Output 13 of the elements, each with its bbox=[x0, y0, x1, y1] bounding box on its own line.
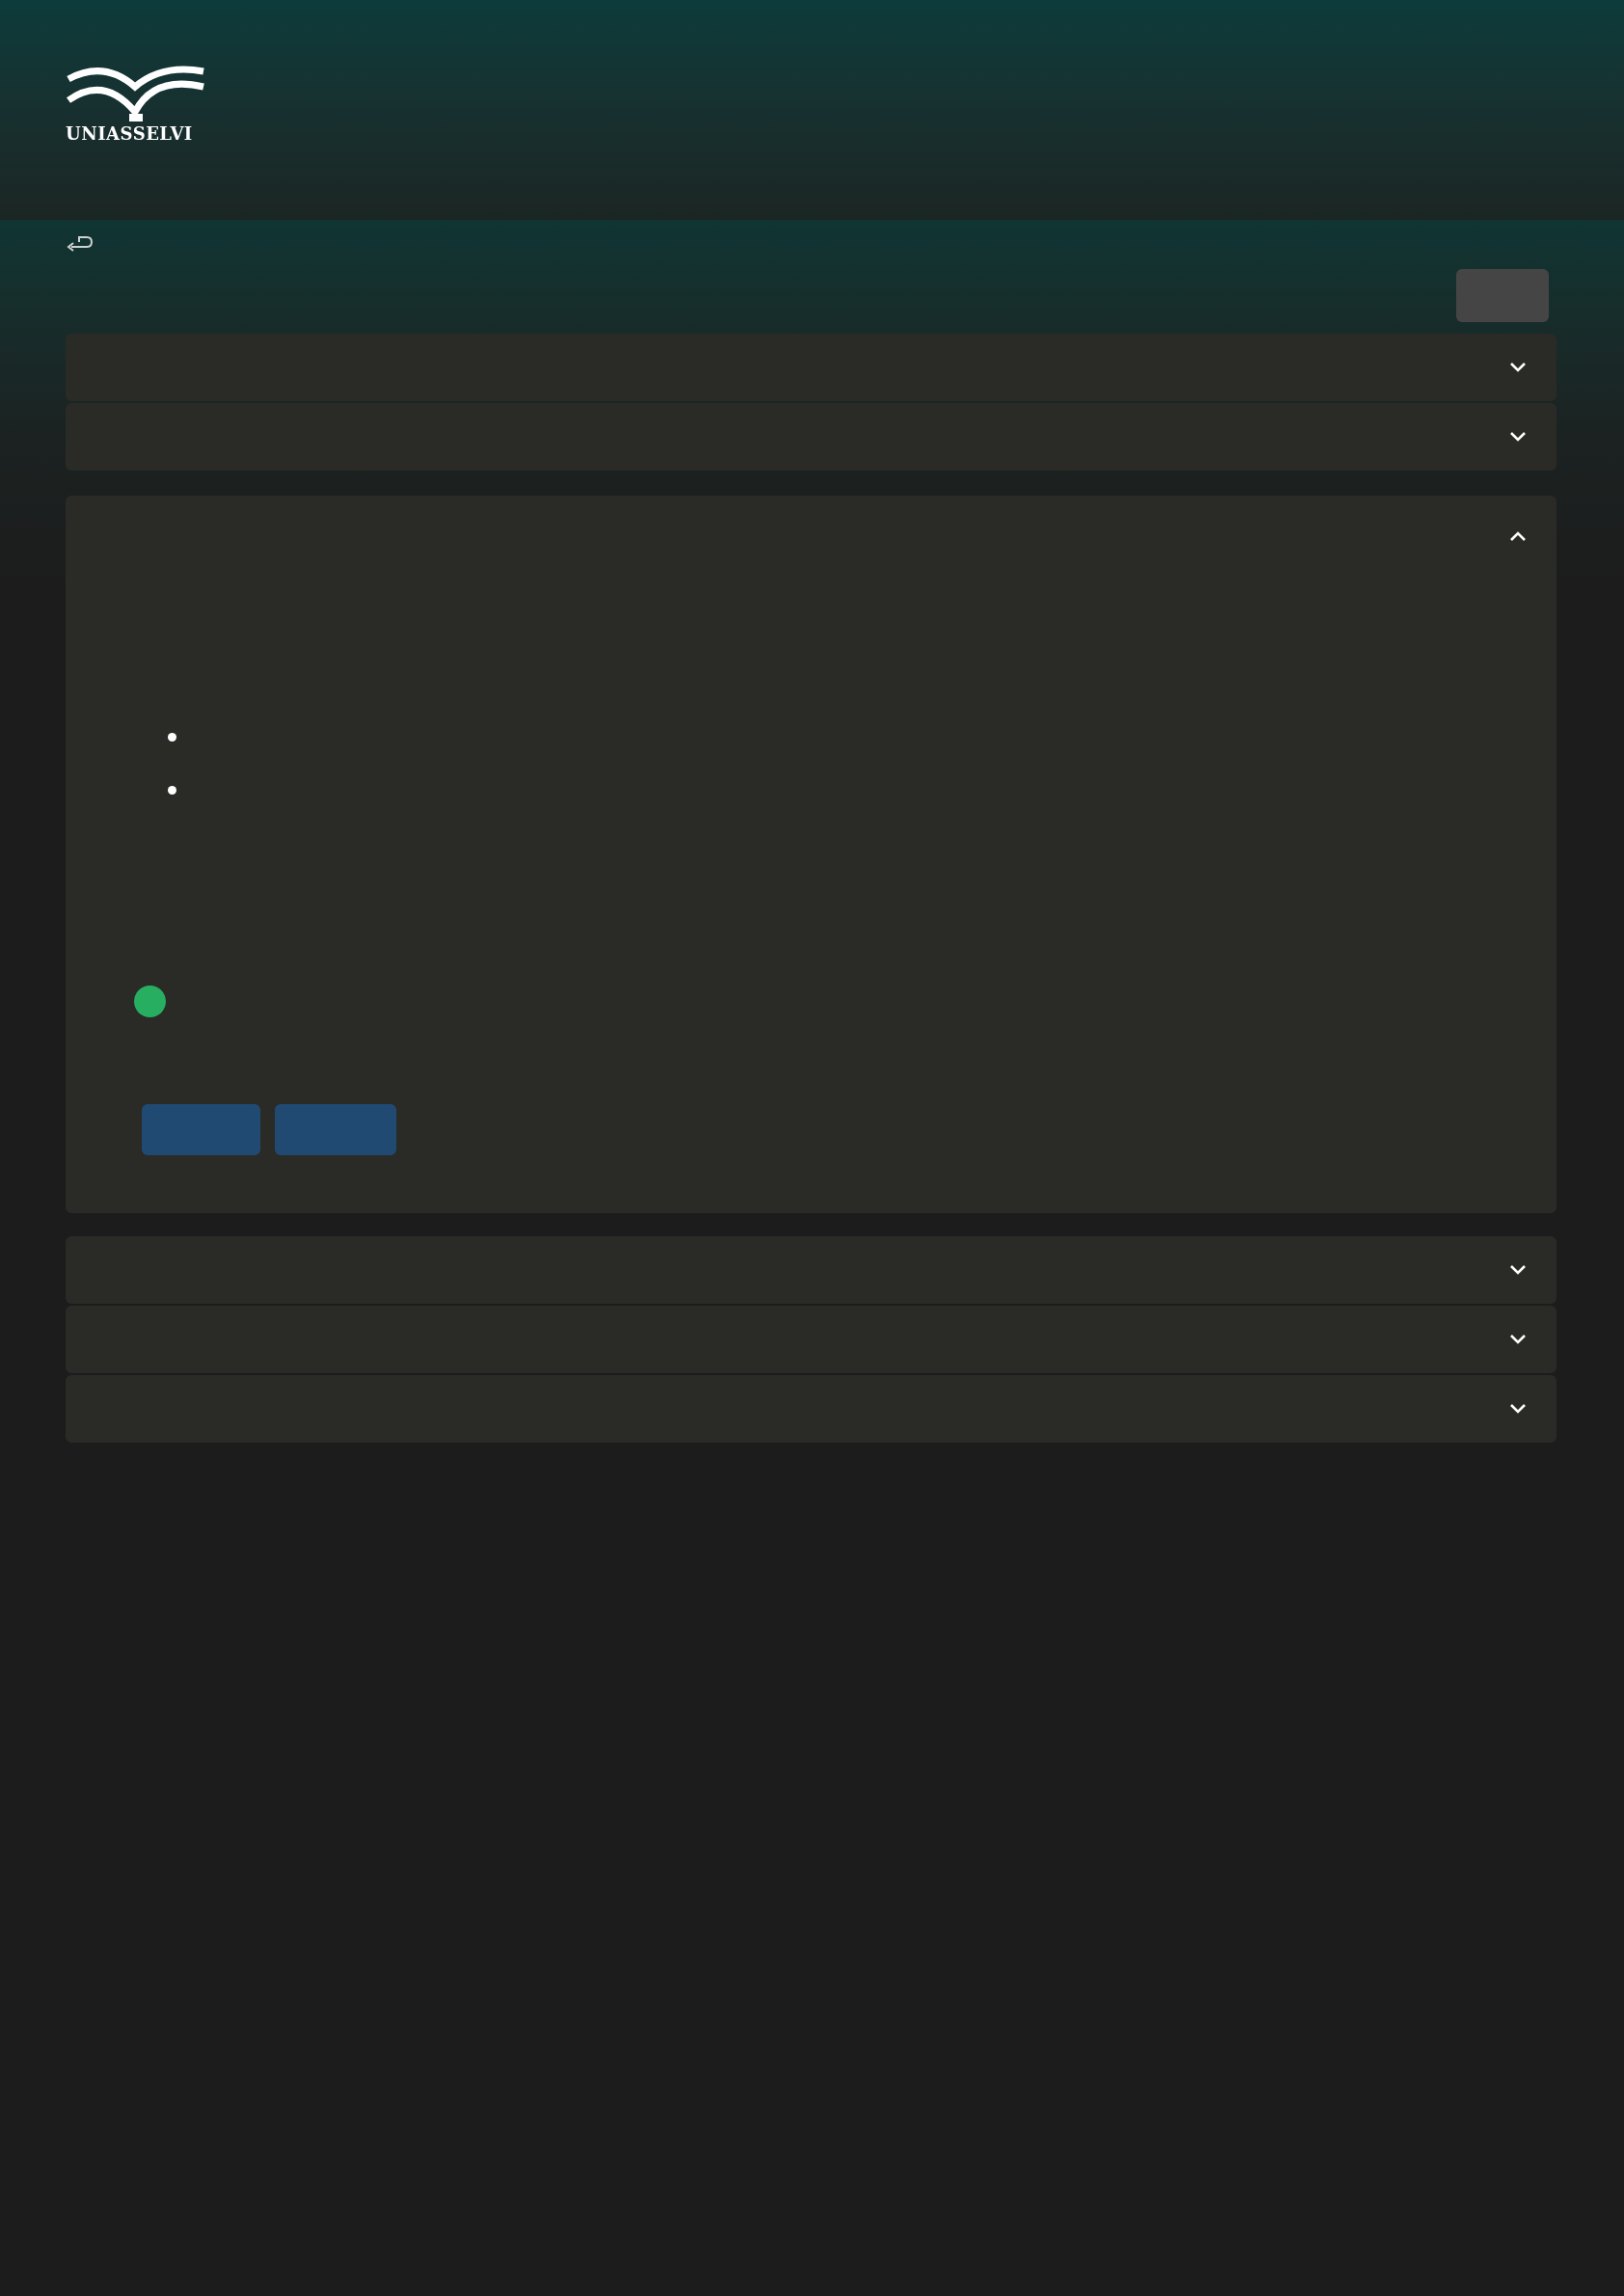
chevron-down-icon bbox=[1509, 1334, 1527, 1345]
bullet-icon bbox=[168, 733, 176, 742]
chevron-down-icon bbox=[1509, 362, 1527, 373]
action-button[interactable] bbox=[142, 1104, 260, 1155]
chevron-down-icon bbox=[1509, 1403, 1527, 1415]
action-button[interactable] bbox=[275, 1104, 396, 1155]
logo-text: UNIASSELVI bbox=[66, 125, 193, 143]
bullet-icon bbox=[168, 786, 176, 795]
chevron-down-icon bbox=[1509, 431, 1527, 443]
toolbar-button[interactable] bbox=[1456, 269, 1549, 322]
logo-arches-icon bbox=[66, 66, 206, 123]
chevron-down-icon bbox=[1509, 1264, 1527, 1276]
chevron-up-icon bbox=[1509, 530, 1527, 542]
